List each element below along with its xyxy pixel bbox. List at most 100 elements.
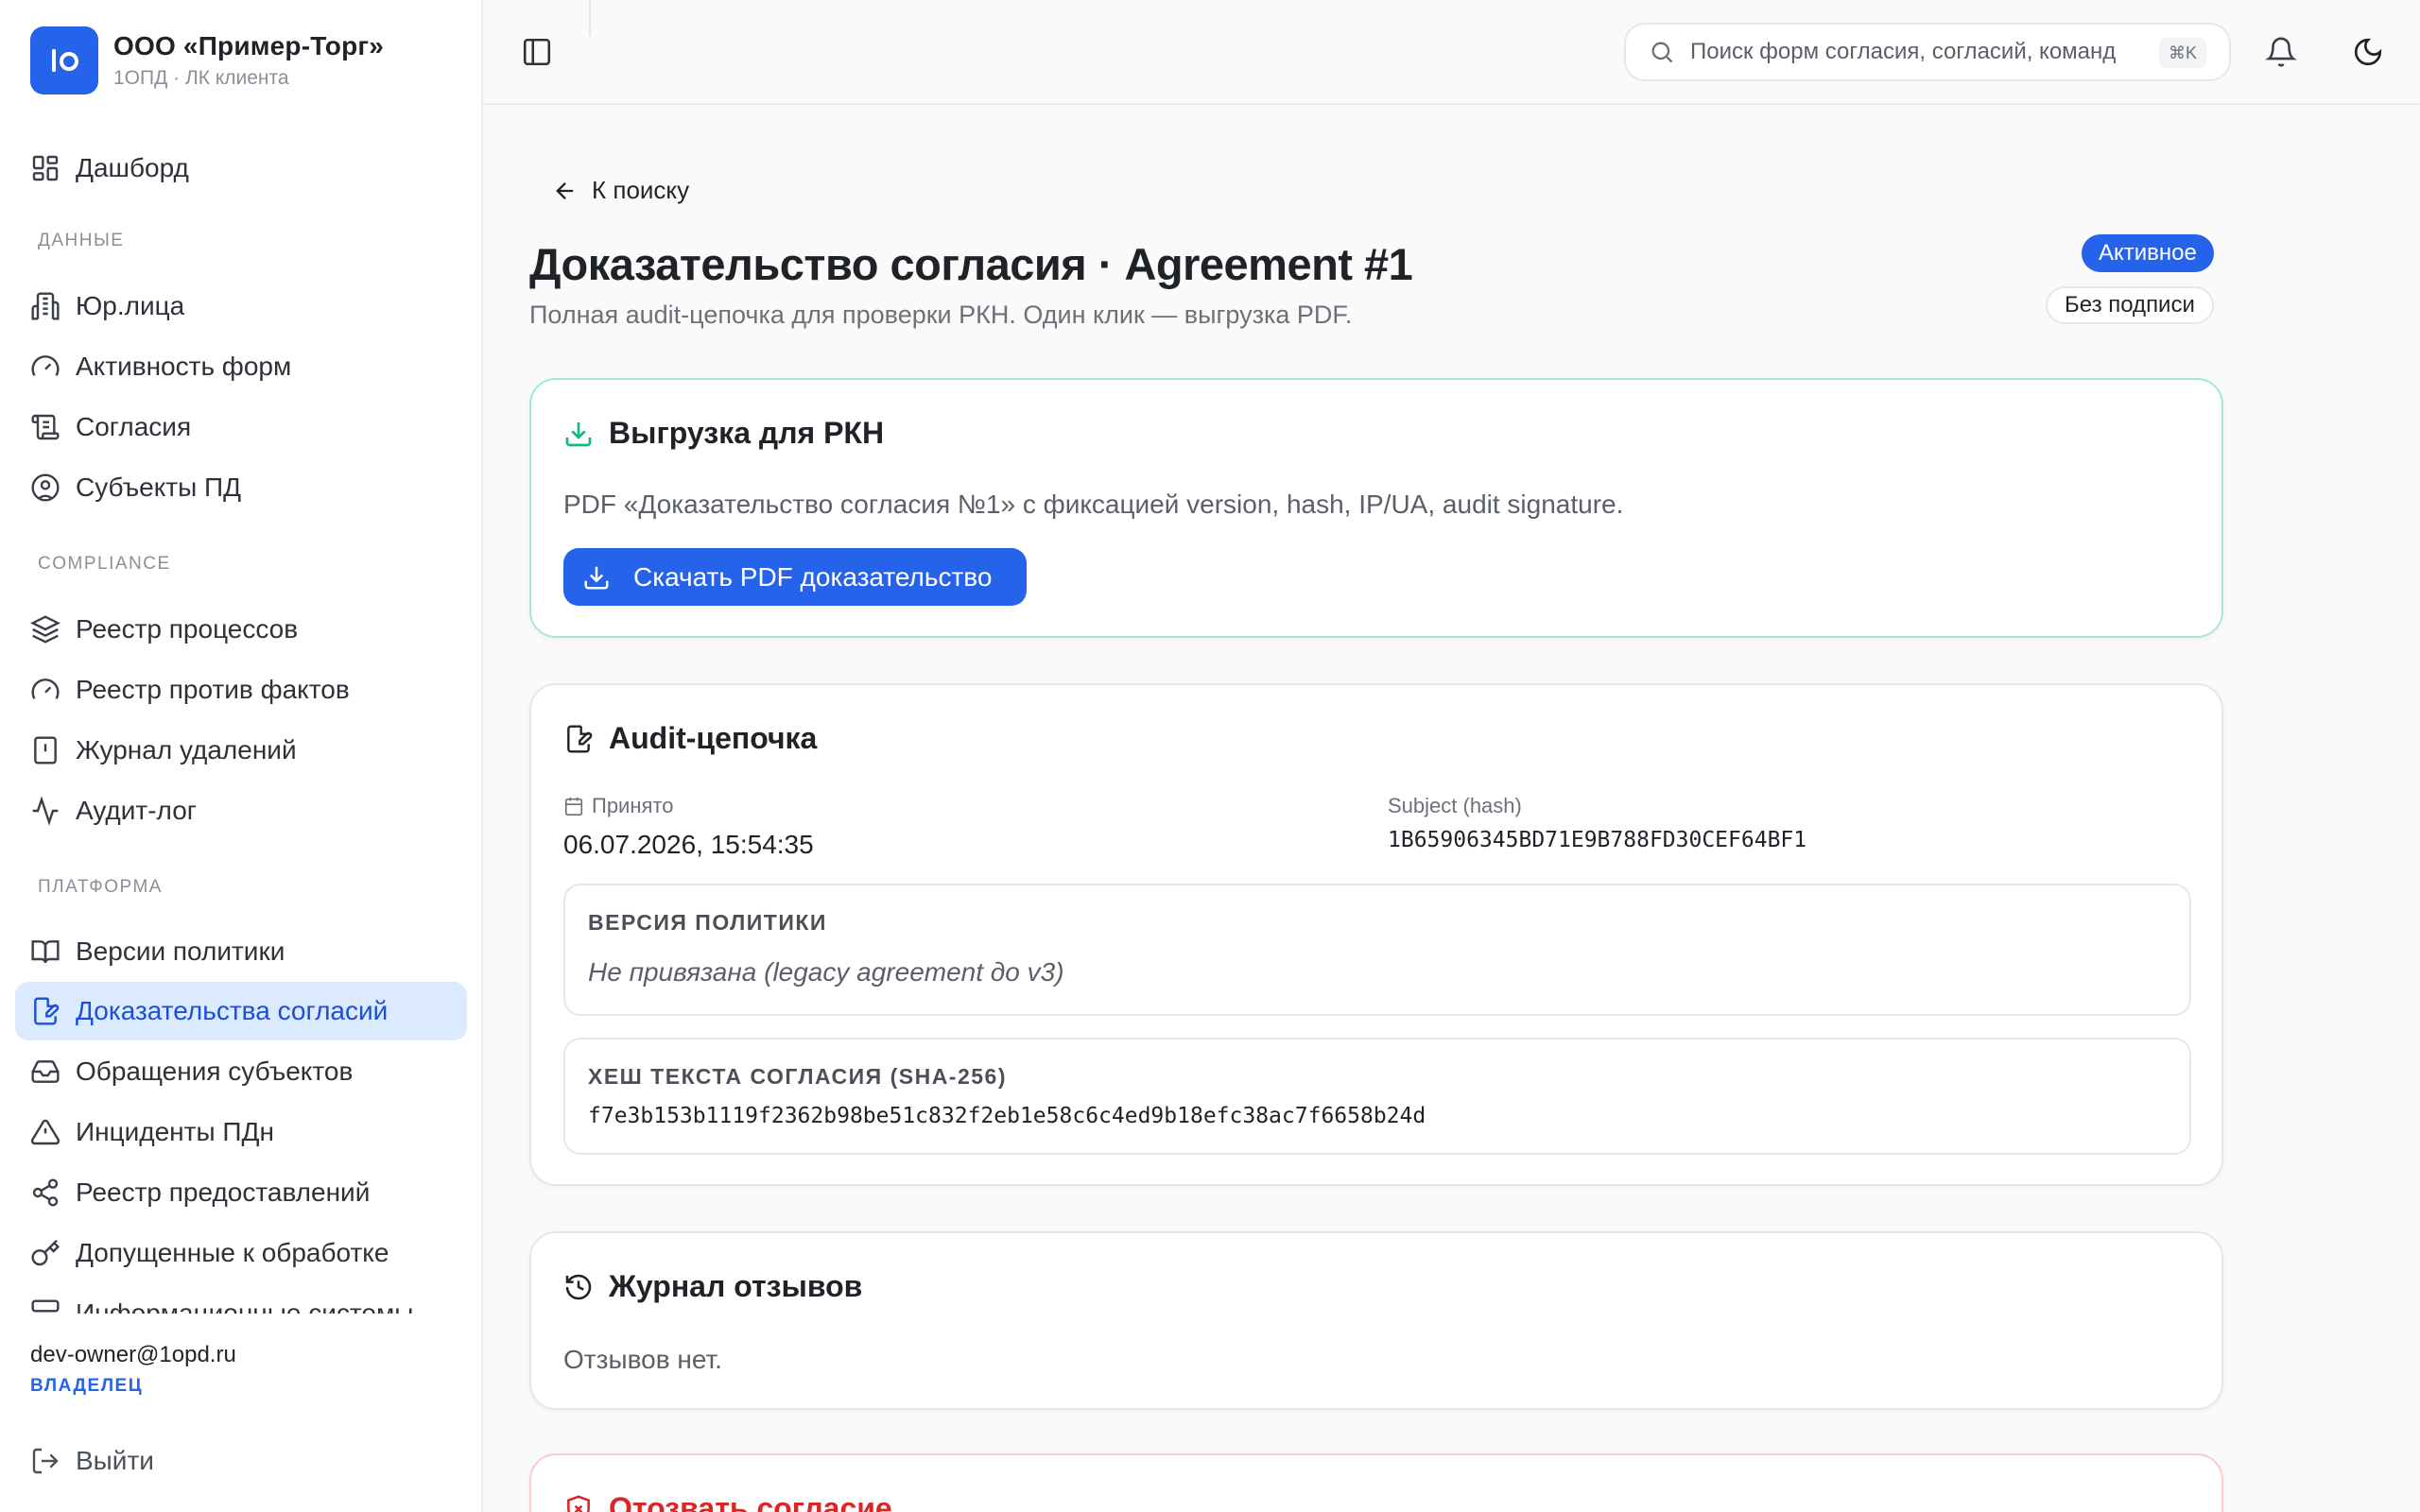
sidebar-item-label: Реестр процессов <box>76 614 299 644</box>
download-pdf-label: Скачать PDF доказательство <box>633 561 993 592</box>
user-circle-icon <box>31 473 60 502</box>
search-box[interactable]: ⌘K <box>1624 23 2231 81</box>
topbar: ⌘K <box>483 0 2420 105</box>
sidebar-item-label: Реестр предоставлений <box>76 1177 371 1207</box>
withdraw-consent-card: Отозвать согласие <box>529 1453 2223 1512</box>
sidebar: ООО «Пример-Торг» 1ОПД · ЛК клиента Дашб… <box>0 0 483 1512</box>
consent-hash-title: ХЕШ ТЕКСТА СОГЛАСИЯ (SHA-256) <box>588 1064 1007 1089</box>
sidebar-item-consent-proofs[interactable]: Доказательства согласий <box>15 982 467 1040</box>
sidebar-item-registry-vs-facts[interactable]: Реестр против фактов <box>15 661 467 719</box>
status-badge: Активное <box>2082 234 2214 272</box>
sidebar-nav: Дашборд ДАННЫЕ Юр.лица Активность форм С… <box>15 132 467 1314</box>
policy-version-value: Не привязана (legacy agreement до v3) <box>588 957 1064 987</box>
user-role: ВЛАДЕЛЕЦ <box>30 1376 144 1396</box>
sidebar-item-form-activity[interactable]: Активность форм <box>15 337 467 396</box>
search-icon <box>1651 42 1673 63</box>
subject-field: Subject (hash) 1B65906345BD71E9B788FD30C… <box>1388 794 1806 852</box>
server-icon <box>31 1299 60 1313</box>
gauge-icon <box>31 355 60 376</box>
sidebar-item-label: Аудит-лог <box>76 796 197 825</box>
accepted-label-text: Принято <box>592 794 674 817</box>
sidebar-item-dashboard[interactable]: Дашборд <box>15 139 467 198</box>
sidebar-item-admitted[interactable]: Допущенные к обработке <box>15 1224 467 1282</box>
file-signature-icon <box>567 724 593 753</box>
sidebar-toggle-icon[interactable] <box>521 36 553 68</box>
brand[interactable]: ООО «Пример-Торг» 1ОПД · ЛК клиента <box>30 26 384 94</box>
back-label: К поиску <box>592 176 690 204</box>
revocation-card-title: Журнал отзывов <box>609 1269 863 1303</box>
subject-label: Subject (hash) <box>1388 794 1522 817</box>
scroll-icon <box>31 414 60 440</box>
export-card-title: Выгрузка для РКН <box>609 416 885 450</box>
share-icon <box>32 1178 59 1207</box>
sidebar-item-info-systems[interactable]: Информационные системы <box>15 1284 467 1314</box>
calendar-icon <box>564 797 583 816</box>
audit-chain-card: Audit-цепочка Принято 06.07.2026, 15:54:… <box>529 683 2223 1186</box>
download-icon <box>584 566 609 589</box>
export-card-header: Выгрузка для РКН <box>563 416 884 451</box>
moon-icon[interactable] <box>2352 36 2384 68</box>
brand-logo <box>30 26 98 94</box>
book-open-icon <box>31 940 60 964</box>
logout-button[interactable]: Выйти <box>30 1446 154 1476</box>
sidebar-item-subjects[interactable]: Субъекты ПД <box>15 458 467 517</box>
back-link[interactable]: К поиску <box>552 176 689 205</box>
withdraw-card-title: Отозвать согласие <box>609 1491 892 1512</box>
consent-hash-value: f7e3b153b1119f2362b98be51c832f2eb1e58c6c… <box>588 1104 1426 1128</box>
file-alert-icon <box>34 736 57 765</box>
sidebar-item-label: Субъекты ПД <box>76 472 242 502</box>
dashboard-icon <box>32 155 59 181</box>
sidebar-item-label: Допущенные к обработке <box>76 1238 389 1267</box>
revocation-empty-text: Отзывов нет. <box>563 1345 722 1374</box>
audit-card-title: Audit-цепочка <box>609 721 818 755</box>
sidebar-item-provisions-registry[interactable]: Реестр предоставлений <box>15 1163 467 1222</box>
export-description: PDF «Доказательство согласия №1» с фикса… <box>563 490 1624 519</box>
policy-version-title: ВЕРСИЯ ПОЛИТИКИ <box>588 910 827 935</box>
sidebar-item-policy-versions[interactable]: Версии политики <box>15 922 467 981</box>
sidebar-item-label: Реестр против фактов <box>76 675 350 704</box>
building-icon <box>31 292 60 320</box>
section-compliance: COMPLIANCE <box>38 554 171 574</box>
sidebar-item-label: Доказательства согласий <box>76 996 389 1025</box>
sidebar-item-deletion-log[interactable]: Журнал удалений <box>15 721 467 780</box>
gauge-icon <box>31 679 60 699</box>
sidebar-item-label: Юр.лица <box>76 291 185 320</box>
logout-label: Выйти <box>76 1446 154 1475</box>
sidebar-item-label: Активность форм <box>76 352 292 381</box>
download-pdf-button[interactable]: Скачать PDF доказательство <box>563 548 1027 606</box>
user-email: dev-owner@1opd.ru <box>30 1342 236 1367</box>
sidebar-item-incidents[interactable]: Инциденты ПДн <box>15 1103 467 1161</box>
sidebar-item-label: Инциденты ПДн <box>76 1117 274 1146</box>
signature-badge: Без подписи <box>2046 286 2214 324</box>
sidebar-item-legal-entities[interactable]: Юр.лица <box>15 277 467 335</box>
sidebar-item-label: Информационные системы <box>76 1298 414 1314</box>
sidebar-item-label: Обращения субъектов <box>76 1057 354 1086</box>
topbar-divider <box>589 0 591 36</box>
download-icon <box>565 421 592 446</box>
export-card: Выгрузка для РКН PDF «Доказательство сог… <box>529 378 2223 638</box>
accepted-field: Принято 06.07.2026, 15:54:35 <box>563 794 814 860</box>
sidebar-item-process-registry[interactable]: Реестр процессов <box>15 600 467 659</box>
layers-icon <box>30 615 60 644</box>
sidebar-item-subject-requests[interactable]: Обращения субъектов <box>15 1042 467 1101</box>
bell-icon[interactable] <box>2265 36 2297 68</box>
page-subtitle: Полная audit-цепочка для проверки РКН. О… <box>529 301 1353 329</box>
revocation-log-card: Журнал отзывов Отзывов нет. <box>529 1231 2223 1410</box>
sidebar-item-consents[interactable]: Согласия <box>15 398 467 456</box>
revocation-card-header: Журнал отзывов <box>563 1269 862 1304</box>
sidebar-item-label: Журнал удалений <box>76 735 297 765</box>
policy-version-box: ВЕРСИЯ ПОЛИТИКИ Не привязана (legacy agr… <box>563 884 2191 1016</box>
alert-triangle-icon <box>30 1119 60 1145</box>
brand-subtitle: 1ОПД · ЛК клиента <box>113 67 289 89</box>
consent-hash-box: ХЕШ ТЕКСТА СОГЛАСИЯ (SHA-256) f7e3b153b1… <box>563 1038 2191 1155</box>
shield-x-icon <box>567 1494 590 1512</box>
page-title: Доказательство согласия · Agreement #1 <box>529 239 1413 289</box>
sidebar-item-audit-log[interactable]: Аудит-лог <box>15 782 467 840</box>
search-input[interactable] <box>1690 39 2153 65</box>
section-platform: ПЛАТФОРМА <box>38 877 163 897</box>
brand-name: ООО «Пример-Торг» <box>113 31 385 60</box>
sidebar-item-label: Дашборд <box>76 153 189 182</box>
withdraw-card-header[interactable]: Отозвать согласие <box>563 1491 892 1512</box>
inbox-icon <box>31 1060 60 1083</box>
key-icon <box>31 1239 60 1266</box>
